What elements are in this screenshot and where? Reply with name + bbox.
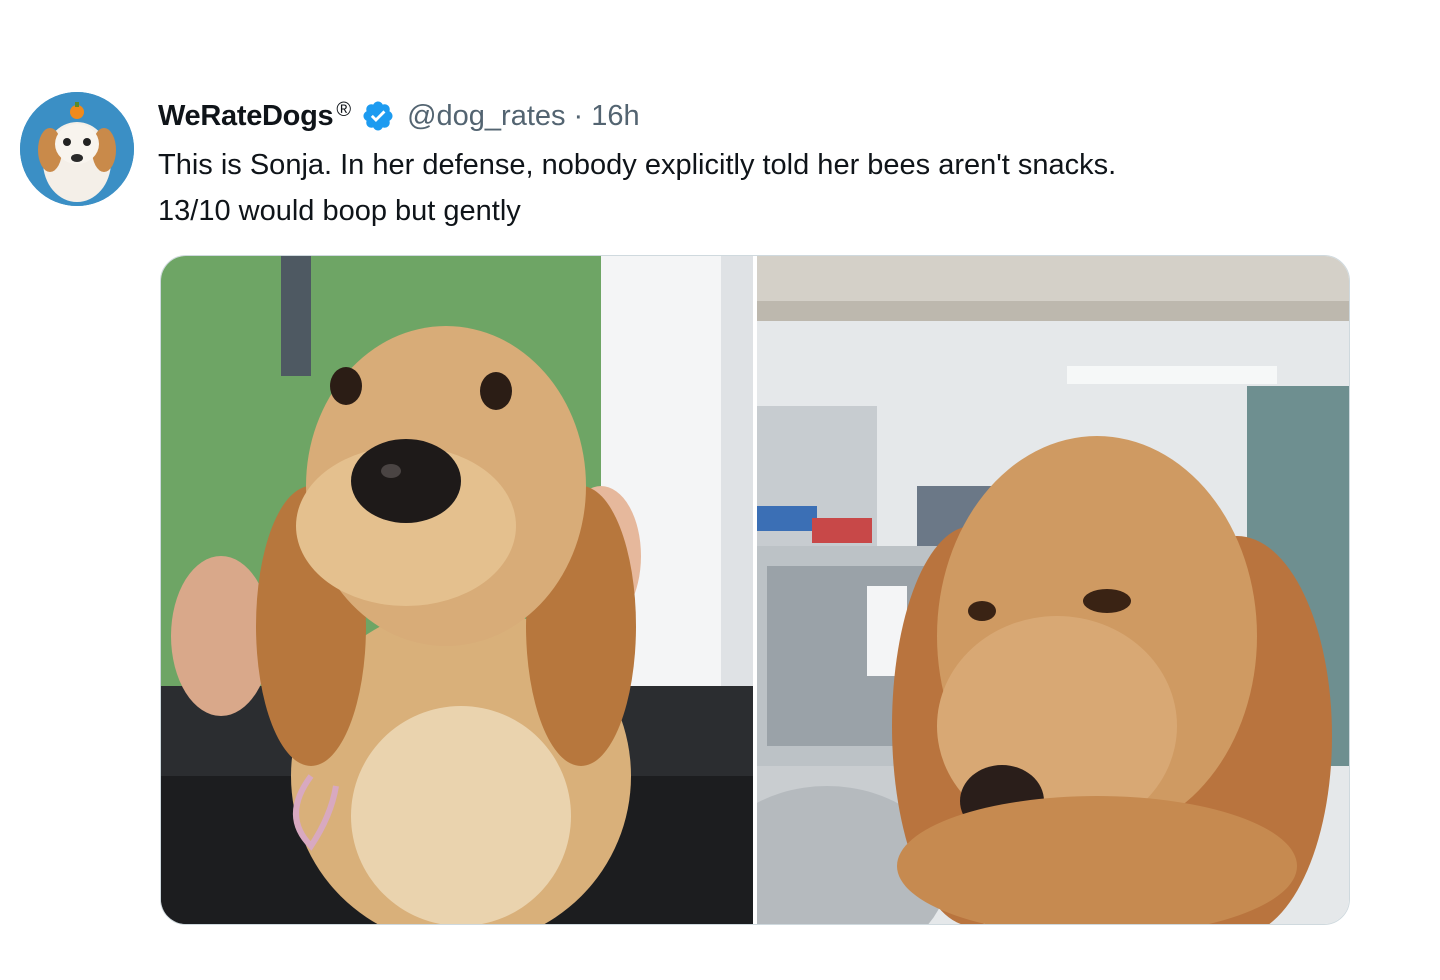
tweet-text-line-1: This is Sonja. In her defense, nobody ex… (158, 149, 1117, 181)
puppy-front-photo (161, 256, 753, 924)
tweet-text-line-2: 13/10 would boop but gently (158, 195, 521, 227)
display-name[interactable]: WeRateDogs (158, 100, 334, 133)
tweet-photo-1[interactable] (161, 256, 753, 924)
puppy-side-photo (757, 256, 1349, 924)
registered-mark: ® (336, 98, 352, 121)
user-handle[interactable]: @dog_rates (407, 100, 565, 133)
separator-dot: · (573, 99, 584, 132)
tweet-photo-2[interactable] (757, 256, 1349, 924)
tweet-text: This is Sonja. In her defense, nobody ex… (158, 142, 1388, 234)
tweet-header: WeRateDogs ® @dog_rates · 16h (158, 96, 640, 136)
tweet-timestamp[interactable]: 16h (591, 100, 639, 133)
verified-badge-icon (363, 101, 393, 131)
tweet-media-grid (160, 255, 1350, 925)
avatar-dog-image (20, 92, 134, 206)
profile-avatar[interactable] (20, 92, 134, 206)
